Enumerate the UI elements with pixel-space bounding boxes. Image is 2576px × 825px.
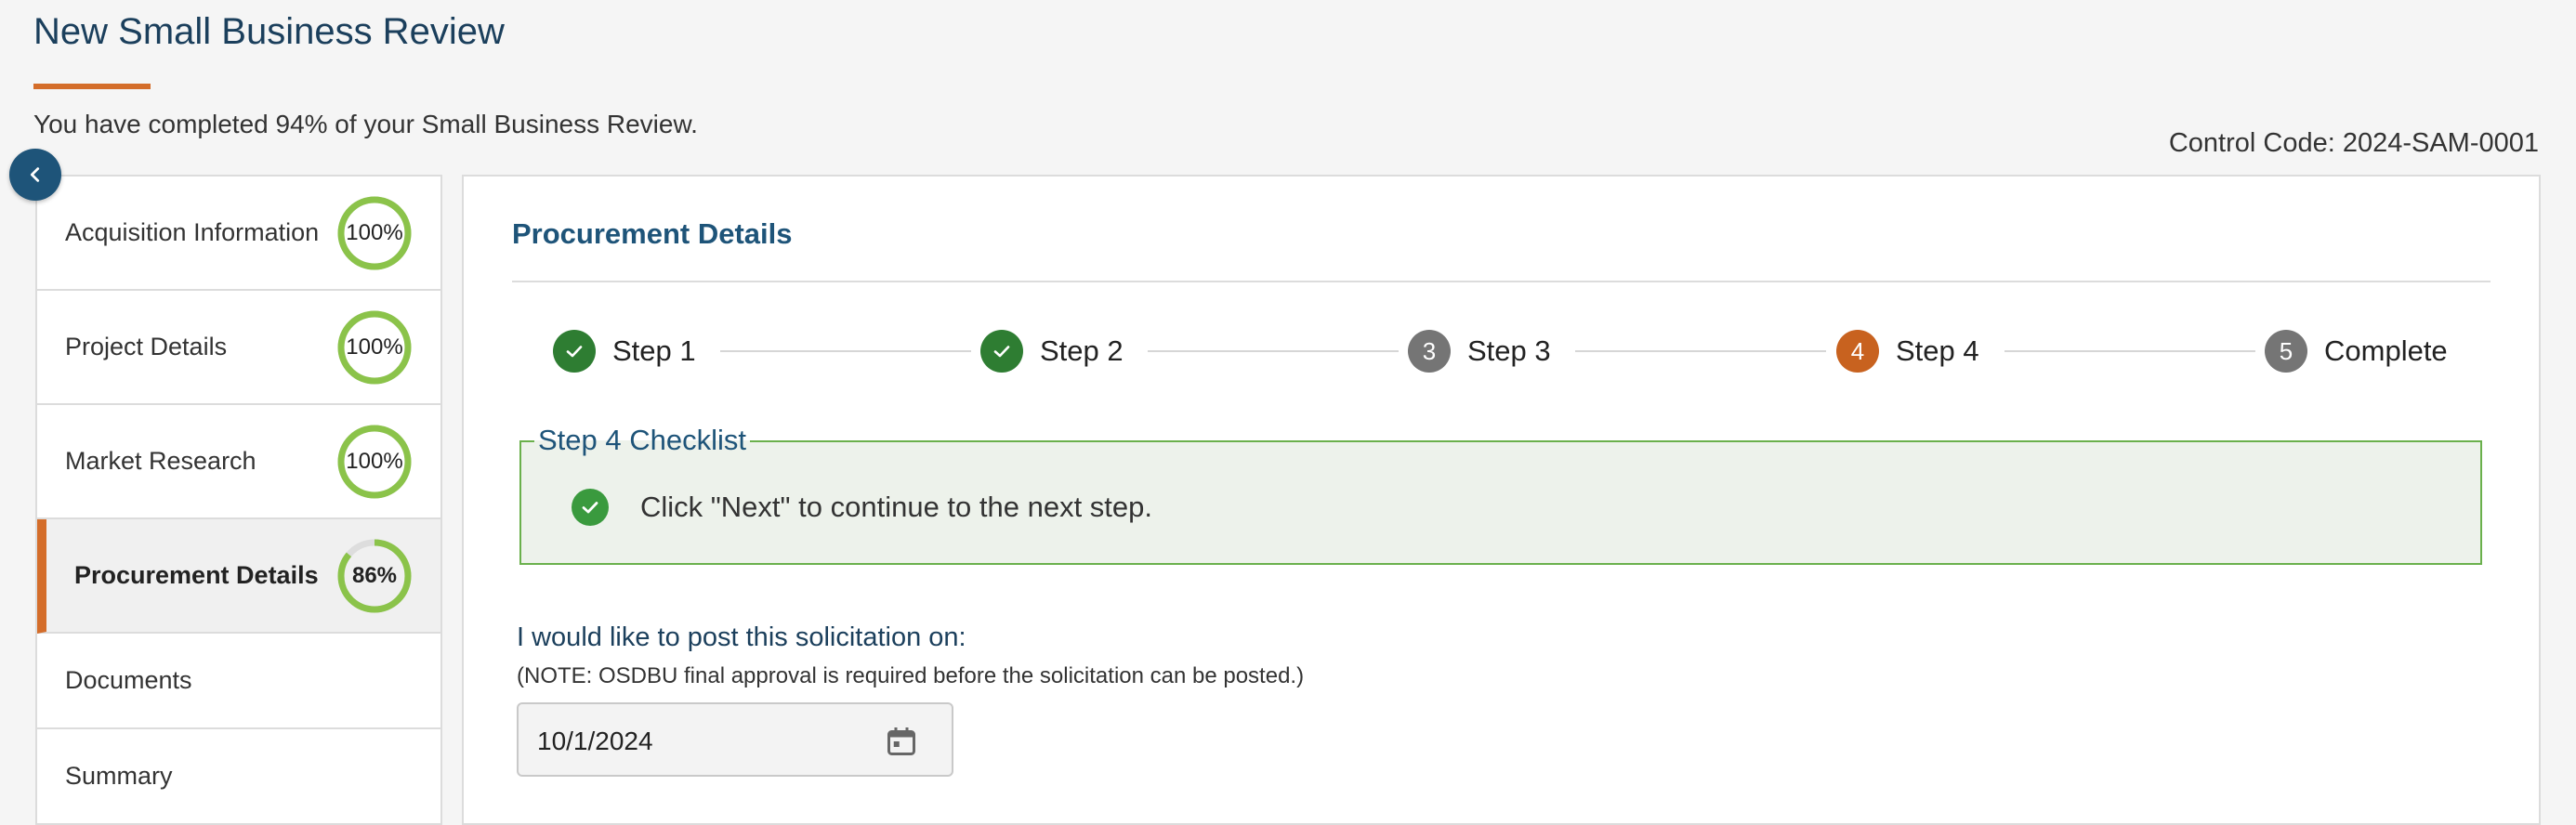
title-underline xyxy=(33,84,151,89)
control-code: Control Code: 2024-SAM-0001 xyxy=(2168,128,2539,158)
progress-text: You have completed 94% of your Small Bus… xyxy=(33,110,698,138)
step-1[interactable]: Step 1 xyxy=(553,323,696,379)
step-2[interactable]: Step 2 xyxy=(980,323,1124,379)
main-panel: Procurement Details Step 1 Step 2 3 Step… xyxy=(462,175,2541,825)
step-complete[interactable]: 5 Complete xyxy=(2265,323,2448,379)
step-number-badge: 5 xyxy=(2265,330,2307,373)
check-icon xyxy=(566,346,583,358)
step-number-badge: 3 xyxy=(1408,330,1451,373)
step-label: Step 1 xyxy=(612,334,696,367)
progress-ring: 100% xyxy=(336,309,413,386)
calendar-icon[interactable] xyxy=(885,725,918,758)
post-date-label: I would like to post this solicitation o… xyxy=(517,622,966,652)
sidebar-item-label: Documents xyxy=(65,666,192,694)
sidebar-item-summary[interactable]: Summary xyxy=(37,729,440,825)
sidebar-item-project-details[interactable]: Project Details 100% xyxy=(37,291,440,405)
progress-percent: 100% xyxy=(346,448,403,474)
chevron-left-icon xyxy=(30,167,40,182)
step-number-badge: 4 xyxy=(1836,330,1879,373)
step-complete-badge xyxy=(553,330,596,373)
checklist-item: Click "Next" to continue to the next ste… xyxy=(572,489,1152,526)
progress-ring: 86% xyxy=(336,538,413,614)
sidebar-collapse-button[interactable] xyxy=(9,149,61,201)
step-complete-badge xyxy=(980,330,1023,373)
stepper: Step 1 Step 2 3 Step 3 4 Step 4 5 Comple… xyxy=(553,323,2486,379)
step-connector xyxy=(2004,350,2255,352)
sidebar: Acquisition Information 100% Project Det… xyxy=(35,175,442,825)
sidebar-item-label: Market Research xyxy=(65,447,256,475)
check-icon xyxy=(993,346,1010,358)
post-date-field[interactable] xyxy=(517,702,953,779)
step-label: Step 4 xyxy=(1896,334,1979,367)
step-label: Step 2 xyxy=(1040,334,1124,367)
step-3[interactable]: 3 Step 3 xyxy=(1408,323,1551,379)
progress-percent: 86% xyxy=(351,562,398,588)
post-date-note: (NOTE: OSDBU final approval is required … xyxy=(517,663,1305,688)
step-4[interactable]: 4 Step 4 xyxy=(1836,323,1979,379)
sidebar-item-label: Procurement Details xyxy=(74,561,319,589)
sidebar-item-label: Acquisition Information xyxy=(65,218,320,246)
step-checklist: Step 4 Checklist Click "Next" to continu… xyxy=(519,422,2482,565)
post-date-input[interactable] xyxy=(537,704,872,779)
check-circle-icon xyxy=(572,489,609,526)
step-connector xyxy=(1575,350,1826,352)
sidebar-item-procurement-details[interactable]: Procurement Details 86% xyxy=(37,519,440,634)
checklist-legend: Step 4 Checklist xyxy=(534,422,750,459)
step-connector xyxy=(1148,350,1399,352)
progress-percent: 100% xyxy=(346,334,403,360)
sidebar-item-market-research[interactable]: Market Research 100% xyxy=(37,405,440,519)
step-label: Step 3 xyxy=(1467,334,1551,367)
sidebar-item-acquisition-information[interactable]: Acquisition Information 100% xyxy=(37,177,440,291)
progress-ring: 100% xyxy=(336,424,413,500)
sidebar-item-label: Summary xyxy=(65,762,173,790)
step-label: Complete xyxy=(2324,334,2448,367)
progress-percent: 100% xyxy=(346,219,403,245)
progress-ring: 100% xyxy=(336,195,413,271)
section-title: Procurement Details xyxy=(512,217,793,250)
page-title: New Small Business Review xyxy=(33,11,505,52)
checklist-item-text: Click "Next" to continue to the next ste… xyxy=(640,491,1153,523)
sidebar-item-documents[interactable]: Documents xyxy=(37,634,440,729)
step-connector xyxy=(720,350,971,352)
section-divider xyxy=(512,281,2491,282)
sidebar-item-label: Project Details xyxy=(65,333,228,360)
